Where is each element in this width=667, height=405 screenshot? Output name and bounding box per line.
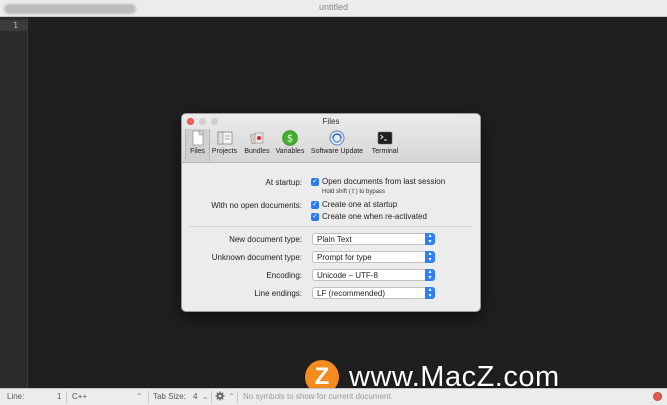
divider	[211, 391, 212, 403]
create-on-reactivate-checkbox[interactable]: ✓	[311, 213, 319, 221]
bundles-icon	[249, 130, 265, 146]
create-at-startup-checkbox[interactable]: ✓	[311, 201, 319, 209]
chevron-updown-icon: ⌃	[136, 392, 143, 401]
section-divider	[190, 226, 472, 227]
tab-size-value[interactable]: 4	[193, 392, 197, 401]
tab-bundles[interactable]: Bundles	[241, 129, 273, 161]
projects-icon	[217, 130, 233, 146]
select-value: LF (recommended)	[317, 289, 386, 298]
chevron-updown-icon: ▴ ▾	[425, 287, 435, 299]
line-gutter: 1	[0, 17, 28, 389]
variables-icon: $	[282, 130, 298, 146]
tab-files[interactable]: Files	[185, 129, 210, 161]
software-update-icon	[329, 130, 345, 146]
tab-label: Files	[190, 148, 205, 155]
new-doc-type-select[interactable]: Plain Text ▴ ▾	[312, 233, 435, 245]
tab-terminal[interactable]: Terminal	[369, 129, 401, 161]
select-value: Prompt for type	[317, 253, 372, 262]
record-macro-icon[interactable]	[653, 392, 662, 401]
chevron-updown-icon: ▴ ▾	[425, 269, 435, 281]
unknown-doc-type-select[interactable]: Prompt for type ▴ ▾	[312, 251, 435, 263]
select-value: Plain Text	[317, 235, 352, 244]
preferences-content: At startup: ✓ Open documents from last s…	[182, 163, 480, 311]
startup-checkbox[interactable]: ✓	[311, 178, 319, 186]
line-number: 1	[13, 21, 18, 30]
startup-option: Open documents from last session	[322, 177, 446, 186]
chevron-updown-icon: ▴ ▾	[425, 233, 435, 245]
startup-hint: Hold shift (⇧) to bypass	[322, 189, 386, 195]
tab-label: Variables	[275, 148, 305, 155]
tab-label: Bundles	[244, 148, 270, 155]
preferences-toolbar: Files Files Projects Bundles $ Variables	[182, 114, 480, 163]
gear-icon[interactable]	[215, 391, 225, 401]
files-icon	[190, 130, 206, 146]
preferences-title: Files	[322, 117, 340, 126]
preferences-window: Files Files Projects Bundles $ Variables	[181, 113, 481, 312]
divider	[237, 391, 238, 403]
create-on-reactivate-option: Create one when re-activated	[322, 212, 427, 221]
line-value[interactable]: 1	[57, 392, 61, 401]
divider	[148, 391, 149, 403]
tab-label: Projects	[211, 148, 238, 155]
line-label: Line:	[7, 392, 25, 401]
encoding-label: Encoding:	[266, 271, 302, 280]
status-bar: Line: 1 C++ ⌃ Tab Size: 4 ⌄ ⌃ No symbols…	[0, 388, 667, 405]
unknown-doc-type-label: Unknown document type:	[211, 253, 302, 262]
tab-size-label: Tab Size:	[153, 392, 186, 401]
tab-software-update[interactable]: Software Update	[308, 129, 366, 161]
tab-variables[interactable]: $ Variables	[274, 129, 306, 161]
select-value: Unicode – UTF-8	[317, 271, 378, 280]
startup-label: At startup:	[265, 178, 302, 187]
svg-text:$: $	[287, 134, 293, 145]
new-doc-type-label: New document type:	[229, 235, 302, 244]
terminal-icon	[377, 130, 393, 146]
divider	[66, 391, 67, 403]
symbol-selector[interactable]: No symbols to show for current document.	[243, 392, 393, 401]
tab-label: Software Update	[310, 148, 364, 155]
chevron-down-icon[interactable]: ⌄	[202, 392, 209, 401]
window-titlebar: untitled	[0, 0, 667, 17]
tab-label: Terminal	[371, 148, 399, 155]
chevron-updown-icon: ▴ ▾	[425, 251, 435, 263]
create-at-startup-option: Create one at startup	[322, 200, 398, 209]
encoding-select[interactable]: Unicode – UTF-8 ▴ ▾	[312, 269, 435, 281]
no-docs-label: With no open documents:	[211, 201, 302, 210]
line-endings-select[interactable]: LF (recommended) ▴ ▾	[312, 287, 435, 299]
chevron-updown-icon[interactable]: ⌃	[228, 392, 235, 401]
language-selector[interactable]: C++	[72, 392, 87, 401]
line-endings-label: Line endings:	[254, 289, 302, 298]
window-title: untitled	[318, 2, 349, 12]
tab-projects[interactable]: Projects	[209, 129, 240, 161]
